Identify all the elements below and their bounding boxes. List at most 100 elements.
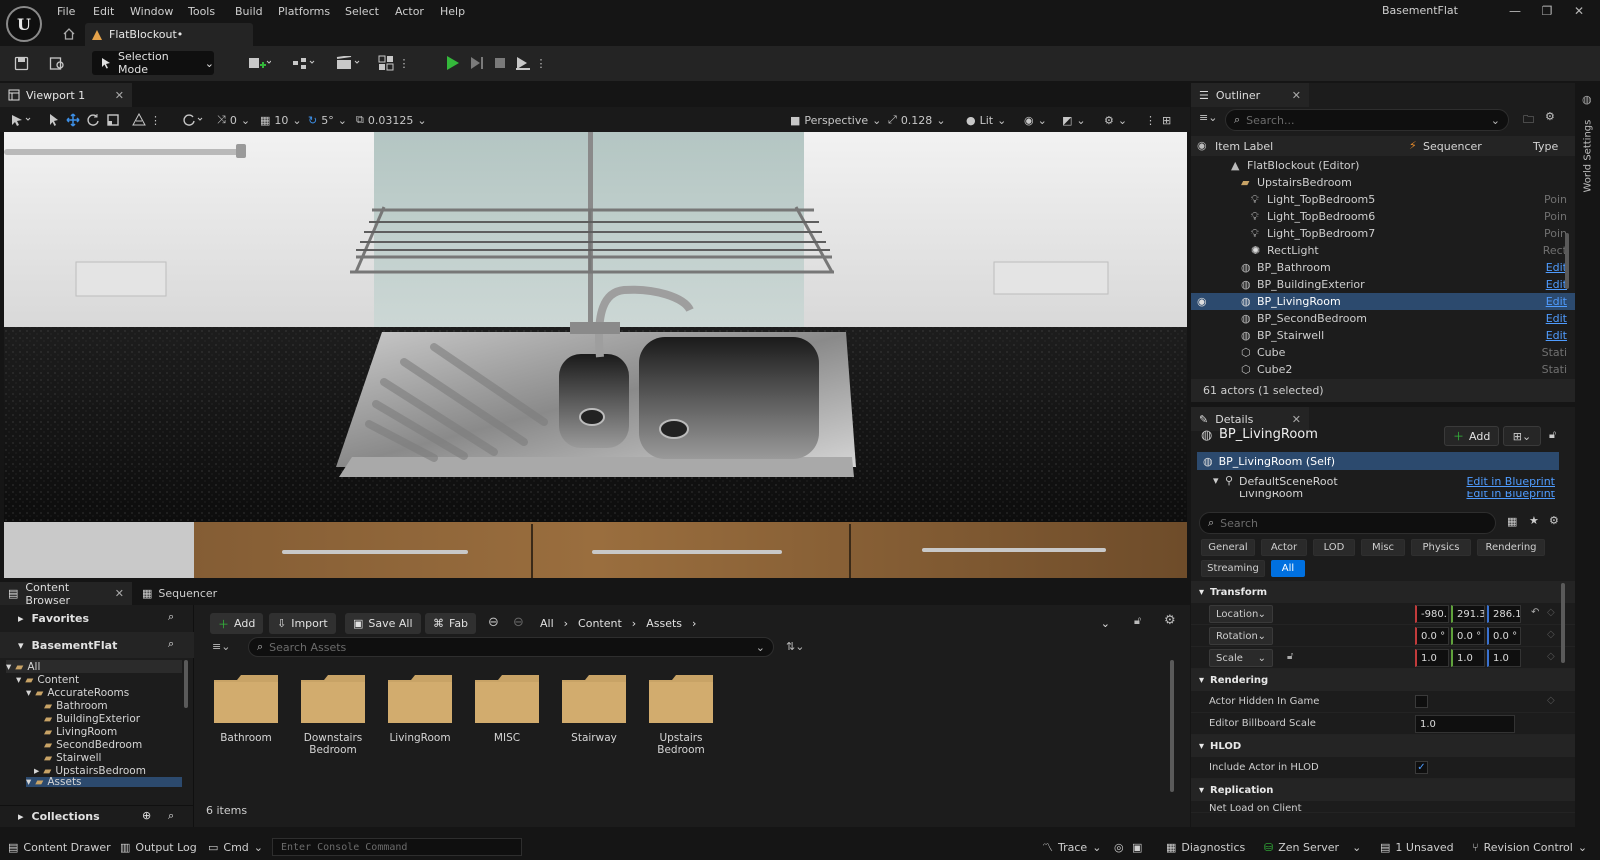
breadcrumb-all[interactable]: All bbox=[540, 617, 554, 630]
lock-icon[interactable]: 🔓︎ bbox=[1287, 651, 1293, 662]
world-settings-tab[interactable]: World Settings bbox=[1583, 109, 1594, 193]
expand-arrow-icon[interactable]: ▾ bbox=[1213, 474, 1219, 487]
favorites-header[interactable]: ▸ Favorites ⌕ bbox=[0, 605, 194, 631]
tree-row-bathroom[interactable]: ▰ Bathroom bbox=[44, 699, 108, 712]
content-browser-icon[interactable] bbox=[44, 51, 70, 75]
viewport-tab[interactable]: Viewport 1 ✕ bbox=[0, 83, 132, 107]
folder-tile-upstairs-bedroom[interactable]: Upstairs Bedroom bbox=[641, 674, 721, 756]
outliner-row[interactable]: ◍ BP_Stairwell Edit bbox=[1191, 327, 1575, 344]
chevron-down-icon[interactable]: ⌄ bbox=[1101, 617, 1110, 630]
outliner-row[interactable]: 💡︎ Light_TopBedroom7 Poin bbox=[1191, 225, 1575, 242]
outliner-row-selected[interactable]: ◉ ◍ BP_LivingRoom Edit bbox=[1191, 293, 1575, 310]
trace-dropdown[interactable]: 〽 Trace ⌄ bbox=[1042, 837, 1101, 857]
search-icon[interactable]: ⌕ bbox=[168, 610, 174, 624]
folder-tile-livingroom[interactable]: LivingRoom bbox=[380, 674, 460, 744]
outliner-row[interactable]: ▲ FlatBlockout (Editor) bbox=[1191, 157, 1575, 174]
hlod-section-header[interactable]: ▾ HLOD bbox=[1191, 735, 1575, 757]
replication-section-header[interactable]: ▾ Replication bbox=[1191, 779, 1575, 801]
category-all[interactable]: All bbox=[1271, 560, 1305, 577]
import-button[interactable]: ⇩ Import bbox=[269, 613, 336, 634]
keyframe-diamond-icon[interactable]: ◇ bbox=[1547, 629, 1555, 640]
outliner-row[interactable]: ◍ BP_SecondBedroom Edit bbox=[1191, 310, 1575, 327]
level-tab[interactable]: FlatBlockout• bbox=[85, 23, 253, 46]
rotation-snap-toggle[interactable]: ⤨ 0 ⌄ bbox=[217, 111, 250, 129]
add-actor-icon[interactable] bbox=[242, 51, 276, 75]
menu-tools[interactable]: Tools bbox=[186, 3, 217, 21]
edit-blueprint-link[interactable]: Edit bbox=[1546, 295, 1567, 308]
save-icon[interactable] bbox=[8, 51, 34, 75]
content-browser-tab[interactable]: ▤ Content Browser ✕ bbox=[0, 581, 132, 607]
edit-in-blueprint-link[interactable]: Edit in Blueprint bbox=[1466, 475, 1555, 488]
filter-icon[interactable]: ≡⌄ bbox=[1199, 111, 1217, 124]
rotation-x-input[interactable]: 0.0 ° bbox=[1415, 627, 1449, 645]
sort-icon[interactable]: ⇅⌄ bbox=[786, 640, 804, 653]
unsaved-button[interactable]: ▤ 1 Unsaved bbox=[1380, 837, 1454, 857]
coordinate-space-icon[interactable] bbox=[182, 111, 204, 129]
type-column-header[interactable]: Type bbox=[1533, 140, 1558, 153]
home-icon[interactable] bbox=[62, 27, 76, 41]
edit-blueprint-link[interactable]: Edit bbox=[1546, 329, 1567, 342]
rotation-dropdown[interactable]: Rotation ⌄ bbox=[1209, 627, 1273, 645]
actor-hidden-checkbox[interactable] bbox=[1415, 695, 1428, 708]
breadcrumb-content[interactable]: Content bbox=[578, 617, 622, 630]
close-tab-icon[interactable]: ✕ bbox=[115, 89, 124, 102]
folder-tile-bathroom[interactable]: Bathroom bbox=[206, 674, 286, 744]
scale-y-input[interactable]: 1.0 bbox=[1451, 649, 1485, 667]
rotation-z-input[interactable]: 0.0 ° bbox=[1487, 627, 1521, 645]
rendering-section-header[interactable]: ▾ Rendering bbox=[1191, 669, 1575, 691]
reset-arrow-icon[interactable]: ↶ bbox=[1531, 607, 1539, 618]
scale-x-input[interactable]: 1.0 bbox=[1415, 649, 1449, 667]
console-command-input[interactable]: Enter Console Command bbox=[272, 838, 522, 856]
view-mode-dropdown[interactable]: ■ Perspective ⌄ bbox=[790, 111, 881, 129]
blueprint-options-icon[interactable]: ⊞⌄ bbox=[1503, 426, 1541, 446]
search-assets-input[interactable]: ⌕ Search Assets ⌄ bbox=[248, 637, 774, 657]
eject-icon[interactable] bbox=[512, 51, 534, 75]
visibility-column-icon[interactable]: ◉ bbox=[1197, 139, 1207, 152]
outliner-row[interactable]: 💡︎ Light_TopBedroom5 Poin bbox=[1191, 191, 1575, 208]
add-folder-icon[interactable]: 🗀 bbox=[1523, 111, 1534, 130]
edit-blueprint-link[interactable]: Edit bbox=[1546, 312, 1567, 325]
play-icon[interactable] bbox=[442, 51, 464, 75]
tree-row-content[interactable]: ▾ ▰ Content bbox=[16, 673, 79, 686]
forward-arrow-icon[interactable]: ⊖ bbox=[513, 615, 524, 630]
blueprint-icon[interactable] bbox=[288, 51, 322, 75]
revision-control-dropdown[interactable]: ⑂ Revision Control ⌄ bbox=[1472, 837, 1587, 857]
transform-options-icon[interactable]: ⋮ bbox=[150, 111, 161, 129]
lighting-mode-dropdown[interactable]: ● Lit ⌄ bbox=[966, 111, 1006, 129]
billboard-scale-input[interactable]: 1.0 bbox=[1415, 715, 1515, 733]
cmd-dropdown[interactable]: ▭ Cmd ⌄ bbox=[208, 837, 263, 857]
3d-viewport[interactable] bbox=[4, 132, 1187, 578]
search-icon[interactable]: ⌕ bbox=[168, 809, 174, 823]
menu-edit[interactable]: Edit bbox=[91, 3, 116, 21]
rotate-tool-icon[interactable] bbox=[86, 111, 100, 129]
lock-icon[interactable]: 🔓︎ bbox=[1549, 428, 1556, 442]
include-hlod-checkbox[interactable]: ✓ bbox=[1415, 761, 1428, 774]
close-tab-icon[interactable]: ✕ bbox=[1292, 413, 1301, 426]
outliner-search-input[interactable]: ⌕ Search... ⌄ bbox=[1225, 109, 1509, 131]
outliner-row[interactable]: ⬡ Cube Stati bbox=[1191, 344, 1575, 361]
category-physics[interactable]: Physics bbox=[1411, 539, 1471, 556]
diagnostics-button[interactable]: ▦ Diagnostics bbox=[1166, 837, 1245, 857]
category-lod[interactable]: LOD bbox=[1313, 539, 1355, 556]
camera-speed-dropdown[interactable]: ⤢ 0.128 ⌄ bbox=[888, 111, 946, 129]
viewport-options-icon[interactable]: ⋮ bbox=[1145, 111, 1156, 129]
folder-tile-downstairs-bedroom[interactable]: Downstairs Bedroom bbox=[293, 674, 373, 756]
collections-header[interactable]: ▸ Collections ⊕ ⌕ bbox=[0, 805, 194, 827]
cinematics-icon[interactable] bbox=[332, 51, 366, 75]
transform-section-header[interactable]: ▾ Transform bbox=[1191, 581, 1575, 603]
record-icon[interactable]: ◎ bbox=[1114, 837, 1124, 857]
sequencer-tab[interactable]: ▦ Sequencer bbox=[142, 582, 217, 605]
location-dropdown[interactable]: Location ⌄ bbox=[1209, 605, 1273, 623]
save-all-button[interactable]: ▣ Save All bbox=[345, 613, 421, 634]
folder-tile-stairway[interactable]: Stairway bbox=[554, 674, 634, 744]
gear-icon[interactable]: ⚙ bbox=[1545, 110, 1555, 123]
sequencer-column-header[interactable]: Sequencer bbox=[1423, 140, 1482, 153]
back-arrow-icon[interactable]: ⊖ bbox=[488, 615, 499, 630]
stop-icon[interactable] bbox=[489, 51, 511, 75]
outliner-row[interactable]: ⬡ Cube2 Stati bbox=[1191, 361, 1575, 378]
menu-platforms[interactable]: Platforms bbox=[276, 3, 332, 21]
edit-blueprint-link[interactable]: Edit bbox=[1546, 278, 1567, 291]
details-scrollbar[interactable] bbox=[1561, 583, 1565, 663]
outliner-scrollbar[interactable] bbox=[1565, 233, 1569, 289]
selection-mode-dropdown[interactable]: Selection Mode ⌄ bbox=[92, 50, 214, 76]
